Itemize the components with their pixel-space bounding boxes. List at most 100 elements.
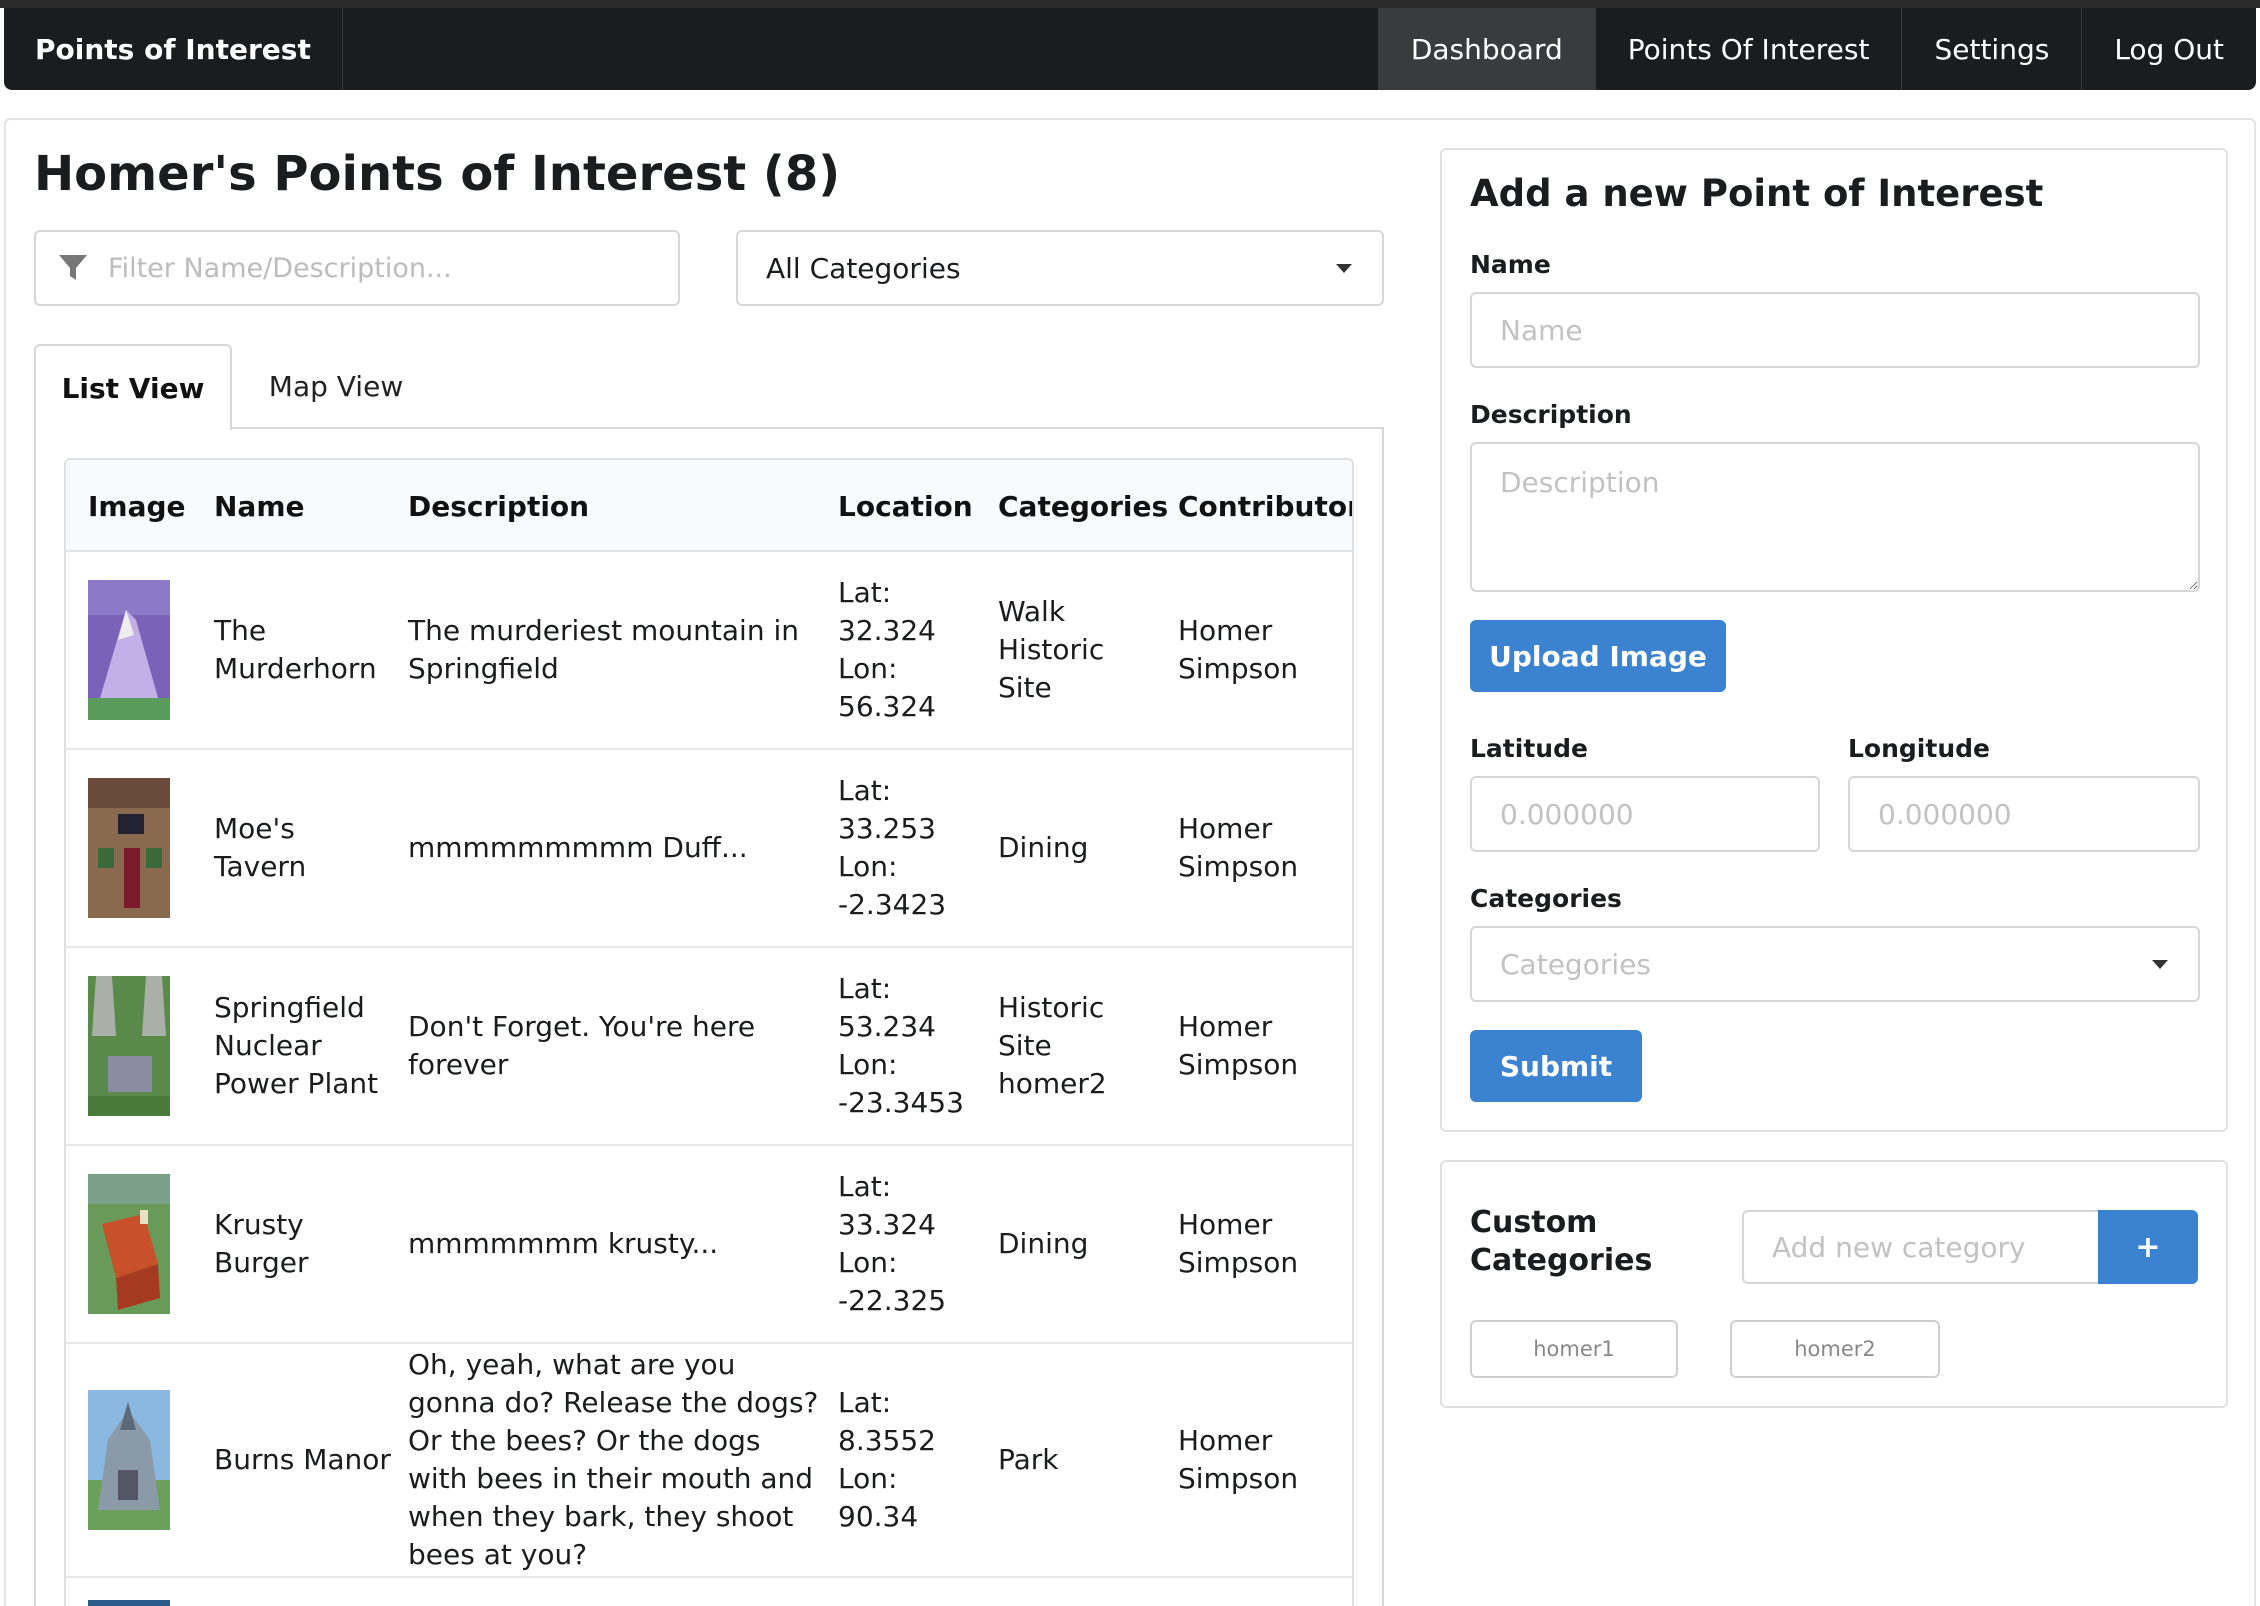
poi-location: Lat: 8.3552 Lon: 90.34: [838, 1344, 978, 1576]
poi-category: Historic Site: [998, 633, 1105, 704]
poi-image[interactable]: [88, 1600, 170, 1606]
tab-list-view[interactable]: List View: [34, 344, 232, 430]
poi-location: Lat: 33.324 Lon: -22.325: [838, 1146, 978, 1342]
poi-lon: Lon: 56.324: [838, 652, 936, 723]
custom-categories-title: Custom Categories: [1470, 1205, 1653, 1278]
latitude-label: Latitude: [1470, 734, 1588, 763]
poi-lat: Lat: 8.3552: [838, 1386, 936, 1457]
poi-image[interactable]: [88, 1390, 170, 1530]
poi-lon: Lon: -2.3423: [838, 850, 947, 921]
header-name: Name: [214, 489, 305, 523]
table-row[interactable]: [66, 1578, 1352, 1606]
poi-lat: Lat: 33.324: [838, 1170, 936, 1241]
table-row[interactable]: Moe's Tavern mmmmmmmmm Duff... Lat: 33.2…: [66, 750, 1352, 948]
categories-placeholder: Categories: [1500, 947, 1651, 981]
submit-button[interactable]: Submit: [1470, 1030, 1642, 1102]
categories-select[interactable]: Categories: [1470, 926, 2200, 1002]
table-header: Image Name Description Location Categori…: [66, 460, 1352, 552]
poi-description: The murderiest mountain in Springfield: [408, 614, 799, 685]
poi-lat: Lat: 32.324: [838, 576, 936, 647]
nav-item-dashboard[interactable]: Dashboard: [1377, 8, 1595, 90]
category-chip-homer1[interactable]: homer1: [1470, 1320, 1678, 1378]
poi-contributor: Homer Simpson: [1178, 1208, 1299, 1279]
latitude-input[interactable]: [1470, 776, 1820, 852]
poi-description: Oh, yeah, what are you gonna do? Release…: [408, 1348, 819, 1571]
poi-categories: Walk Historic Site: [998, 552, 1158, 748]
poi-description: mmmmmmmmm Duff...: [408, 831, 748, 864]
poi-name: Krusty Burger: [214, 1208, 309, 1279]
chevron-down-icon: [2152, 960, 2168, 969]
name-input[interactable]: [1470, 292, 2200, 368]
custom-categories-panel: Custom Categories + homer1 homer2: [1440, 1160, 2228, 1408]
add-category-button[interactable]: +: [2098, 1210, 2198, 1284]
poi-image[interactable]: [88, 580, 170, 720]
poi-name: Burns Manor: [214, 1443, 391, 1476]
filter-box: [34, 230, 680, 306]
poi-category: homer2: [998, 1067, 1107, 1100]
name-label: Name: [1470, 250, 1551, 279]
form-title: Add a new Point of Interest: [1470, 172, 2044, 215]
description-label: Description: [1470, 400, 1632, 429]
poi-location: Lat: 53.234 Lon: -23.3453: [838, 948, 978, 1144]
nav-item-settings[interactable]: Settings: [1901, 8, 2081, 90]
navbar: Points of Interest Dashboard Points Of I…: [4, 8, 2256, 90]
chevron-down-icon: [1336, 264, 1352, 273]
poi-category: Park: [998, 1443, 1059, 1476]
poi-categories: Dining: [998, 1146, 1158, 1342]
categories-label: Categories: [1470, 884, 1622, 913]
category-chip-homer2[interactable]: homer2: [1730, 1320, 1940, 1378]
poi-contributor: Homer Simpson: [1178, 812, 1299, 883]
table-row[interactable]: Burns Manor Oh, yeah, what are you gonna…: [66, 1344, 1352, 1578]
poi-category: Dining: [998, 831, 1089, 864]
poi-category: Dining: [998, 1227, 1089, 1260]
nav-item-points-of-interest[interactable]: Points Of Interest: [1594, 8, 1902, 90]
tab-map-view[interactable]: Map View: [242, 344, 430, 428]
poi-contributor: Homer Simpson: [1178, 614, 1299, 685]
poi-image[interactable]: [88, 976, 170, 1116]
poi-category: Historic Site: [998, 991, 1105, 1062]
top-strip: [0, 0, 2260, 8]
header-location: Location: [838, 489, 973, 523]
header-description: Description: [408, 489, 590, 523]
poi-table: Image Name Description Location Categori…: [64, 458, 1354, 1606]
description-input[interactable]: [1470, 442, 2200, 592]
poi-categories: Dining: [998, 750, 1158, 946]
filter-icon: [59, 255, 87, 280]
poi-categories: Park: [998, 1344, 1158, 1576]
nav-menu: Dashboard Points Of Interest Settings Lo…: [1377, 8, 2256, 90]
poi-name: The Murderhorn: [214, 614, 377, 685]
table-row[interactable]: Springfield Nuclear Power Plant Don't Fo…: [66, 948, 1352, 1146]
poi-image[interactable]: [88, 778, 170, 918]
poi-description: mmmmmmm krusty...: [408, 1227, 719, 1260]
page-title: Homer's Points of Interest (8): [34, 146, 841, 202]
poi-name: Moe's Tavern: [214, 812, 307, 883]
new-category-input[interactable]: [1742, 1210, 2098, 1284]
add-poi-form: Add a new Point of Interest Name Descrip…: [1440, 148, 2228, 1132]
nav-item-log-out[interactable]: Log Out: [2081, 8, 2256, 90]
table-row[interactable]: Krusty Burger mmmmmmm krusty... Lat: 33.…: [66, 1146, 1352, 1344]
poi-name: Springfield Nuclear Power Plant: [214, 991, 379, 1100]
header-image: Image: [88, 489, 186, 523]
poi-description: Don't Forget. You're here forever: [408, 1010, 756, 1081]
filter-input[interactable]: [108, 252, 678, 284]
table-row[interactable]: The Murderhorn The murderiest mountain i…: [66, 552, 1352, 750]
category-filter-select[interactable]: All Categories: [736, 230, 1384, 306]
header-contributor: Contributor: [1178, 489, 1354, 523]
poi-category: Walk: [998, 595, 1066, 628]
poi-location: Lat: 33.253 Lon: -2.3423: [838, 750, 978, 946]
poi-lat: Lat: 53.234: [838, 972, 936, 1043]
upload-image-button[interactable]: Upload Image: [1470, 620, 1726, 692]
longitude-input[interactable]: [1848, 776, 2200, 852]
poi-location: Lat: 32.324 Lon: 56.324: [838, 552, 978, 748]
poi-categories: Historic Site homer2: [998, 948, 1158, 1144]
nav-brand[interactable]: Points of Interest: [4, 8, 343, 90]
poi-lon: Lon: 90.34: [838, 1462, 919, 1533]
poi-image[interactable]: [88, 1174, 170, 1314]
poi-contributor: Homer Simpson: [1178, 1010, 1299, 1081]
poi-lon: Lon: -23.3453: [838, 1048, 964, 1119]
poi-lon: Lon: -22.325: [838, 1246, 947, 1317]
poi-contributor: Homer Simpson: [1178, 1424, 1299, 1495]
longitude-label: Longitude: [1848, 734, 1990, 763]
category-filter-value: All Categories: [766, 251, 961, 285]
poi-lat: Lat: 33.253: [838, 774, 936, 845]
